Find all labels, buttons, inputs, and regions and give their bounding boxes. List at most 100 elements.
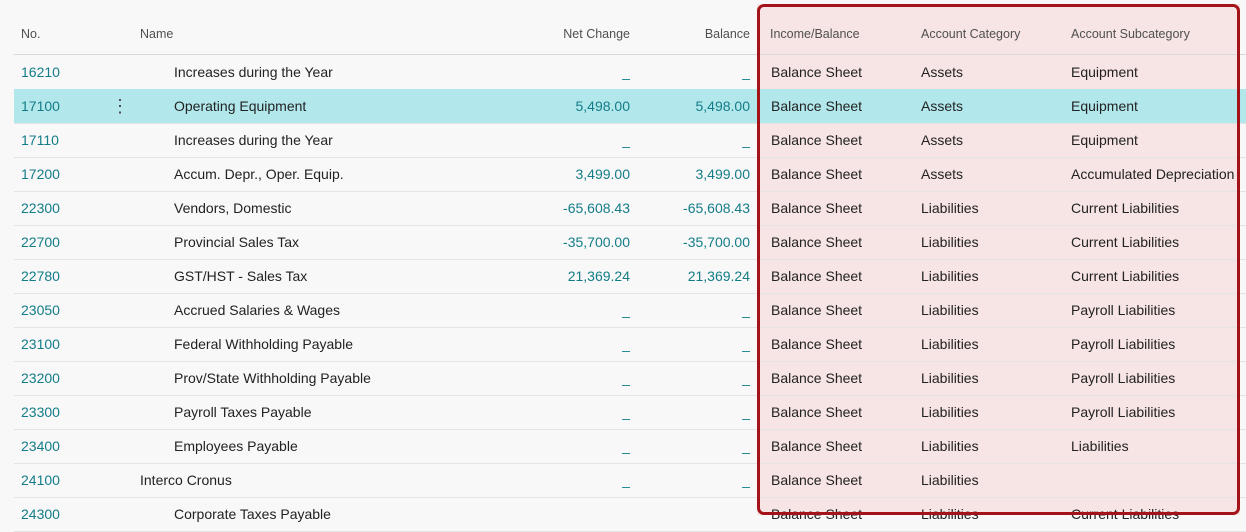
net-change-value[interactable] xyxy=(514,497,630,531)
table-row[interactable]: 22700 Provincial Sales Tax -35,700.00 -35,7… xyxy=(14,225,1246,260)
balance-value[interactable]: 3,499.00 xyxy=(634,157,751,191)
table-row[interactable]: 23400 Employees Payable _ _ Balance Sheet Lia… xyxy=(14,429,1246,464)
account-no-link[interactable]: 17200 xyxy=(21,157,101,191)
account-name: Accrued Salaries & Wages xyxy=(174,302,340,318)
vertical-ellipsis-icon[interactable]: ⋮ xyxy=(110,89,130,123)
account-name: Increases during the Year xyxy=(174,132,333,148)
net-change-value[interactable]: 5,498.00 xyxy=(514,89,631,123)
net-change-value[interactable]: _ xyxy=(514,327,630,361)
income-balance-value: Balance Sheet xyxy=(771,268,863,284)
balance-value[interactable]: _ xyxy=(634,463,750,497)
account-category-value: Liabilities xyxy=(921,472,979,488)
net-change-value[interactable]: -65,608.43 xyxy=(514,191,630,225)
column-header-account-category[interactable]: Account Category xyxy=(921,14,1061,54)
account-subcategory-value: Current Liabilities xyxy=(1071,200,1180,216)
column-header-name[interactable]: Name xyxy=(140,14,520,54)
balance-value[interactable]: 21,369.24 xyxy=(634,259,750,293)
table-row[interactable]: 17110 Increases during the Year _ _ Balance … xyxy=(14,123,1246,158)
balance-value[interactable]: _ xyxy=(634,55,750,89)
table-row[interactable]: 16210 Increases during the Year _ _ Balance … xyxy=(14,55,1246,90)
table-row[interactable]: 17200 Accum. Depr., Oper. Equip. 3,499.00 3… xyxy=(14,157,1246,192)
table-row[interactable]: 23200 Prov/State Withholding Payable _ _ Bal… xyxy=(14,361,1246,396)
account-no-link[interactable]: 23300 xyxy=(21,395,101,429)
income-balance-value: Balance Sheet xyxy=(771,234,863,250)
account-no-link[interactable]: 24300 xyxy=(21,497,101,531)
chart-of-accounts-grid: No. Name Net Change Balance Income/Balan… xyxy=(0,0,1246,532)
balance-value[interactable]: _ xyxy=(634,395,750,429)
balance-value[interactable]: 5,498.00 xyxy=(634,89,751,123)
net-change-value[interactable]: _ xyxy=(514,55,630,89)
table-row[interactable]: 23300 Payroll Taxes Payable _ _ Balance Shee… xyxy=(14,395,1246,430)
account-category-value: Liabilities xyxy=(921,506,979,522)
account-category-value: Liabilities xyxy=(921,234,979,250)
account-subcategory-value: Payroll Liabilities xyxy=(1071,302,1176,318)
net-change-value[interactable]: 3,499.00 xyxy=(514,157,631,191)
balance-value[interactable]: _ xyxy=(634,327,750,361)
column-header-net-change[interactable]: Net Change xyxy=(514,14,630,54)
account-name: Corporate Taxes Payable xyxy=(174,506,331,522)
income-balance-value: Balance Sheet xyxy=(771,64,863,80)
table-row[interactable]: 22300 Vendors, Domestic -65,608.43 -65,608.… xyxy=(14,191,1246,226)
table-row[interactable]: 17100 ⋮ Operating Equipment 5,498.00 5,498.0… xyxy=(14,89,1246,124)
account-subcategory-value: Current Liabilities xyxy=(1071,234,1180,250)
account-no-link[interactable]: 17100 xyxy=(21,89,101,123)
income-balance-value: Balance Sheet xyxy=(771,336,863,352)
account-name: Interco Cronus xyxy=(140,472,232,488)
net-change-value[interactable]: _ xyxy=(514,395,630,429)
account-name: Accum. Depr., Oper. Equip. xyxy=(174,166,344,182)
account-category-value: Liabilities xyxy=(921,370,979,386)
account-no-link[interactable]: 24100 xyxy=(21,463,101,497)
account-no-link[interactable]: 23400 xyxy=(21,429,101,463)
balance-value[interactable]: _ xyxy=(634,293,750,327)
column-header-balance[interactable]: Balance xyxy=(634,14,750,54)
balance-value[interactable]: _ xyxy=(634,123,750,157)
net-change-value[interactable]: _ xyxy=(514,123,630,157)
balance-value[interactable] xyxy=(634,497,750,531)
net-change-value[interactable]: _ xyxy=(514,293,630,327)
net-change-value[interactable]: 21,369.24 xyxy=(514,259,630,293)
table-row[interactable]: 24100 Interco Cronus _ _ Balance Sheet Liabil… xyxy=(14,463,1246,498)
account-category-value: Liabilities xyxy=(921,268,979,284)
account-no-link[interactable]: 17110 xyxy=(21,123,101,157)
balance-value[interactable]: -65,608.43 xyxy=(634,191,750,225)
account-no-link[interactable]: 23100 xyxy=(21,327,101,361)
net-change-value[interactable]: -35,700.00 xyxy=(514,225,630,259)
account-category-value: Assets xyxy=(921,166,964,182)
account-subcategory-value: Payroll Liabilities xyxy=(1071,336,1176,352)
balance-value[interactable]: _ xyxy=(634,429,750,463)
account-category-value: Liabilities xyxy=(921,302,979,318)
table-row[interactable]: 24300 Corporate Taxes Payable Balance Shee… xyxy=(14,497,1246,532)
account-name: Increases during the Year xyxy=(174,64,333,80)
account-category-value: Assets xyxy=(921,64,964,80)
account-name: Employees Payable xyxy=(174,438,298,454)
income-balance-value: Balance Sheet xyxy=(771,302,863,318)
net-change-value[interactable]: _ xyxy=(514,429,630,463)
column-header-income-balance[interactable]: Income/Balance xyxy=(770,14,910,54)
income-balance-value: Balance Sheet xyxy=(771,472,863,488)
column-header-no[interactable]: No. xyxy=(21,14,101,54)
net-change-value[interactable]: _ xyxy=(514,361,630,395)
balance-value[interactable]: _ xyxy=(634,361,750,395)
income-balance-value: Balance Sheet xyxy=(771,370,863,386)
account-subcategory-value: Equipment xyxy=(1071,132,1138,148)
table-row[interactable]: 22780 GST/HST - Sales Tax 21,369.24 21,369.… xyxy=(14,259,1246,294)
account-name: Federal Withholding Payable xyxy=(174,336,353,352)
table-row[interactable]: 23100 Federal Withholding Payable _ _ Balanc… xyxy=(14,327,1246,362)
column-header-row: No. Name Net Change Balance Income/Balan… xyxy=(14,14,1246,55)
account-name: Payroll Taxes Payable xyxy=(174,404,312,420)
account-no-link[interactable]: 22300 xyxy=(21,191,101,225)
account-no-link[interactable]: 22780 xyxy=(21,259,101,293)
account-subcategory-value: Equipment xyxy=(1071,98,1138,114)
account-no-link[interactable]: 16210 xyxy=(21,55,101,89)
account-name: Operating Equipment xyxy=(174,98,307,114)
account-subcategory-value xyxy=(1071,463,1246,497)
net-change-value[interactable]: _ xyxy=(514,463,630,497)
income-balance-value: Balance Sheet xyxy=(771,438,863,454)
account-no-link[interactable]: 23200 xyxy=(21,361,101,395)
account-no-link[interactable]: 23050 xyxy=(21,293,101,327)
column-header-account-subcategory[interactable]: Account Subcategory xyxy=(1071,14,1246,54)
balance-value[interactable]: -35,700.00 xyxy=(634,225,750,259)
table-row[interactable]: 23050 Accrued Salaries & Wages _ _ Balance S… xyxy=(14,293,1246,328)
account-no-link[interactable]: 22700 xyxy=(21,225,101,259)
income-balance-value: Balance Sheet xyxy=(771,506,863,522)
